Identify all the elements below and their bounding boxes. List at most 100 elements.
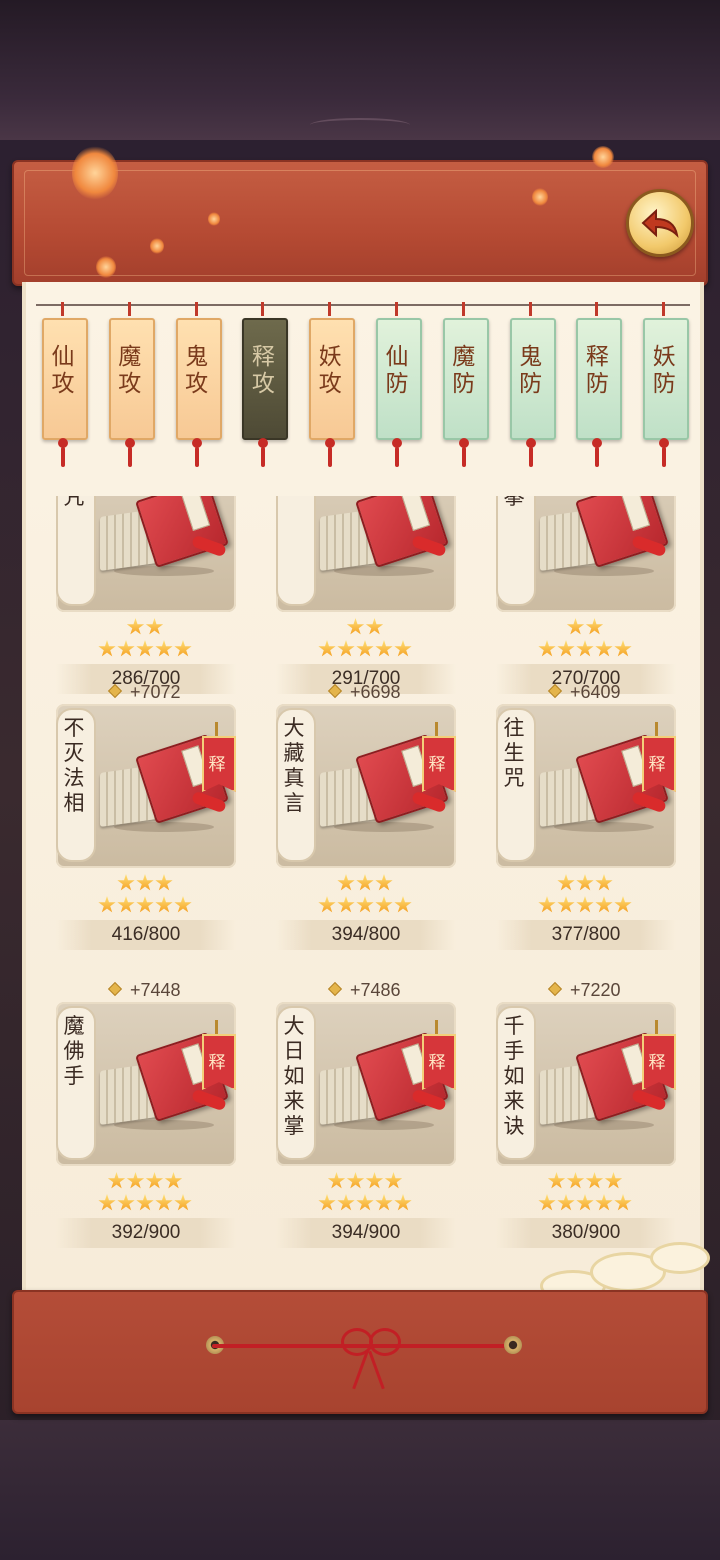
book-name: 往生咒 [503, 716, 525, 790]
bonus-text: +6698 [350, 682, 401, 702]
bonus-value: +7220 [547, 980, 621, 1002]
tassel-icon [55, 438, 71, 470]
star-icon [107, 1172, 126, 1189]
stars-top [490, 618, 680, 638]
star-icon [585, 1172, 604, 1189]
star-icon [117, 1194, 135, 1211]
book-card[interactable]: 魔拳270/700 [490, 496, 700, 696]
book-icon [100, 496, 229, 578]
book-name: 魔佛手 [63, 1014, 85, 1088]
tassel-icon [189, 438, 205, 470]
star-icon [155, 640, 173, 657]
star-icon [576, 874, 594, 891]
star-icon [375, 896, 393, 913]
bow-knot-icon [339, 1328, 401, 1390]
book-card[interactable]: +7486 大日如来掌 释 394/900 [270, 980, 480, 1250]
top-background [0, 0, 720, 140]
star-icon [538, 896, 556, 913]
star-icon [566, 1172, 585, 1189]
tab-1[interactable]: 魔攻 [108, 302, 155, 467]
star-icon [136, 896, 154, 913]
book-card[interactable]: +7220 千手如来诀释 380/900 [490, 980, 700, 1250]
star-icon [136, 1194, 154, 1211]
star-icon [174, 896, 192, 913]
star-icon [557, 874, 575, 891]
tassel-icon [322, 438, 338, 470]
progress-text: 394/800 [276, 920, 456, 950]
bonus-text: +7486 [350, 980, 401, 1000]
tab-6[interactable]: 魔防 [442, 302, 489, 467]
bonus-value: +6698 [327, 682, 401, 704]
star-icon [337, 640, 355, 657]
star-icon [538, 1194, 556, 1211]
tab-0[interactable]: 仙攻 [42, 302, 88, 467]
banner-flag-icon: 释 [642, 1020, 676, 1096]
star-icon [155, 1194, 173, 1211]
stars-bottom [490, 896, 680, 916]
diamond-icon [327, 683, 343, 699]
diamond-icon [547, 981, 563, 997]
tab-5[interactable]: 仙防 [376, 302, 422, 467]
star-icon [566, 618, 585, 635]
book-card[interactable]: 掌291/700 [270, 496, 480, 696]
tab-3[interactable]: 释攻 [242, 302, 289, 467]
bonus-text: +7448 [130, 980, 181, 1000]
tab-label: 魔攻 [118, 344, 142, 397]
star-icon [136, 640, 154, 657]
flag-label: 释 [208, 1053, 226, 1073]
tab-hook [261, 302, 265, 316]
progress-text: 377/800 [496, 920, 676, 950]
star-icon [394, 896, 412, 913]
star-icon [327, 1172, 346, 1189]
tab-7[interactable]: 鬼防 [509, 302, 556, 467]
tab-hook [662, 302, 666, 316]
tab-label: 妖防 [652, 344, 676, 397]
book-card[interactable]: +6698 大藏真言 释 394/800 [270, 682, 480, 952]
tab-hook [194, 302, 198, 316]
star-icon [174, 1194, 192, 1211]
tab-label: 释防 [585, 344, 609, 397]
banner-flag-icon: 释 [202, 1020, 236, 1096]
tab-4[interactable]: 妖攻 [309, 302, 356, 467]
star-icon [595, 1194, 613, 1211]
flag-label: 释 [648, 1053, 666, 1073]
tab-label: 鬼攻 [185, 344, 209, 397]
lantern-decoration [150, 238, 164, 254]
tab-hook [328, 302, 332, 316]
book-card[interactable]: +6409 往生咒释 377/800 [490, 682, 700, 952]
tassel-icon [122, 438, 138, 470]
star-icon [98, 1194, 116, 1211]
tab-8[interactable]: 释防 [576, 302, 623, 467]
book-name: 千手如来诀 [503, 1014, 525, 1138]
tab-9[interactable]: 妖防 [643, 302, 690, 467]
tassel-icon [523, 438, 539, 470]
star-icon [576, 1194, 594, 1211]
star-icon [155, 874, 173, 891]
stars-top [50, 1172, 240, 1192]
stars-bottom [270, 640, 460, 660]
progress-text: 416/800 [56, 920, 236, 950]
star-icon [126, 1172, 145, 1189]
book-card[interactable]: 魔咒286/700 [50, 496, 260, 696]
name-plate [56, 496, 96, 606]
star-icon [375, 640, 393, 657]
tab-label: 魔防 [452, 344, 476, 397]
book-card[interactable]: +7448 魔佛手释 392/900 [50, 980, 260, 1250]
star-icon [557, 640, 575, 657]
stars-top [270, 618, 460, 638]
book-name: 大日如来掌 [283, 1014, 305, 1138]
book-icon [540, 496, 669, 578]
star-icon [318, 896, 336, 913]
back-arrow-icon [641, 208, 679, 238]
stars-top [270, 1172, 460, 1192]
star-icon [604, 1172, 623, 1189]
star-icon [337, 874, 355, 891]
book-name: 魔咒 [63, 496, 85, 509]
tab-2[interactable]: 鬼攻 [175, 302, 222, 467]
bonus-value: +7486 [327, 980, 401, 1002]
banner-flag-icon: 释 [642, 722, 676, 798]
star-icon [538, 640, 556, 657]
book-card[interactable]: +7072 不灭法相 释 416/800 [50, 682, 260, 952]
star-icon [136, 874, 154, 891]
back-button[interactable] [626, 189, 694, 257]
